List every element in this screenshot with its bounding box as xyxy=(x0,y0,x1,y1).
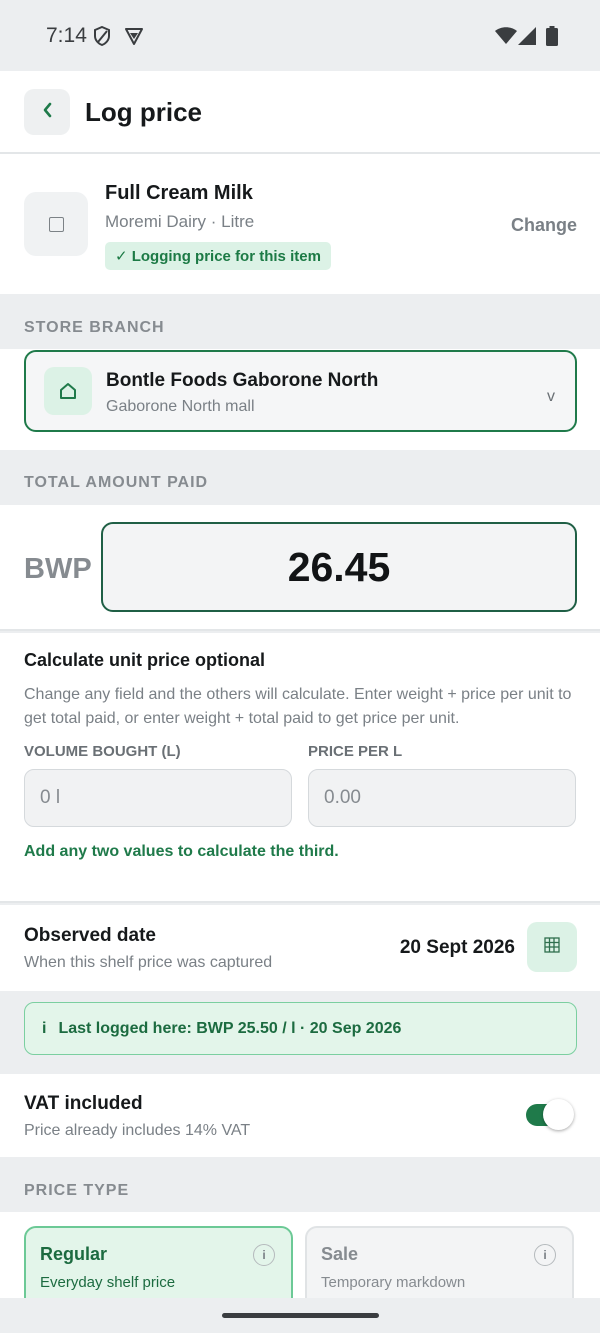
back-button[interactable] xyxy=(24,89,70,135)
calculator-title: Calculate unit price optional xyxy=(24,650,266,670)
vat-row: VAT included Price already includes 14% … xyxy=(0,1074,600,1157)
store-name: Bontle Foods Gaborone North xyxy=(106,370,379,391)
observed-date-title: Observed date xyxy=(24,925,156,946)
app-header: Log price xyxy=(0,71,600,154)
info-icon[interactable]: i xyxy=(253,1244,275,1266)
price-type-label: Sale xyxy=(321,1244,359,1264)
calendar-button[interactable] xyxy=(527,922,577,972)
observed-date-subtitle: When this shelf price was captured xyxy=(24,954,273,971)
status-bar: 7:14 xyxy=(0,0,600,71)
volume-input[interactable]: 0 l xyxy=(24,769,292,827)
price-type-description: Temporary markdown xyxy=(321,1274,466,1291)
info-icon: i xyxy=(42,1019,47,1037)
observed-date-row: Observed date When this shelf price was … xyxy=(0,905,600,991)
price-type-section-label: PRICE TYPE xyxy=(24,1182,130,1199)
vat-toggle[interactable] xyxy=(526,1099,574,1130)
last-logged-banner: i Last logged here: BWP 25.50 / l · 20 S… xyxy=(24,1002,577,1055)
price-type-regular-option[interactable]: Regular Everyday shelf price i xyxy=(24,1226,293,1298)
total-amount-section: BWP 26.45 xyxy=(0,505,600,631)
wifi-icon xyxy=(495,27,517,50)
info-icon[interactable]: i xyxy=(534,1244,556,1266)
vat-title: VAT included xyxy=(24,1093,143,1114)
home-indicator[interactable] xyxy=(222,1313,379,1318)
navigation-bar xyxy=(0,1298,600,1333)
price-per-unit-field-label: PRICE PER L xyxy=(308,743,403,760)
calculator-description: Change any field and the others will cal… xyxy=(24,686,572,727)
chevron-down-icon: v xyxy=(547,388,555,405)
last-logged-text: Last logged here: BWP 25.50 / l · 20 Sep… xyxy=(58,1019,402,1037)
store-branch-select[interactable]: Bontle Foods Gaborone North Gaborone Nor… xyxy=(24,350,577,432)
product-thumbnail xyxy=(24,192,88,256)
price-type-label: Regular xyxy=(40,1244,108,1264)
product-subtitle: Moremi Dairy · Litre xyxy=(105,212,255,231)
vat-subtitle: Price already includes 14% VAT xyxy=(24,1122,251,1139)
calculator-hint: Add any two values to calculate the thir… xyxy=(24,843,339,860)
cellular-signal-icon xyxy=(518,27,536,50)
price-type-sale-option[interactable]: Sale Temporary markdown i xyxy=(305,1226,574,1298)
chevron-left-icon xyxy=(41,101,53,124)
price-type-description: Everyday shelf price xyxy=(40,1274,176,1291)
status-time: 7:14 xyxy=(46,24,87,47)
store-branch-section: Bontle Foods Gaborone North Gaborone Nor… xyxy=(0,349,600,450)
shield-icon xyxy=(93,25,111,51)
battery-icon xyxy=(546,26,558,51)
image-placeholder-icon xyxy=(48,216,64,232)
store-branch-section-label: STORE BRANCH xyxy=(24,319,165,336)
change-product-button[interactable]: Change xyxy=(511,215,577,236)
page-title: Log price xyxy=(85,97,203,127)
product-card: Full Cream Milk Moremi Dairy · Litre ✓ L… xyxy=(0,154,600,294)
toggle-knob xyxy=(543,1099,574,1130)
logging-status-badge: ✓ Logging price for this item xyxy=(105,242,331,270)
price-per-unit-input[interactable]: 0.00 xyxy=(308,769,576,827)
price-type-section: Regular Everyday shelf price i Sale Temp… xyxy=(0,1212,600,1298)
vpn-icon xyxy=(124,26,144,51)
store-location: Gaborone North mall xyxy=(106,398,255,415)
total-amount-section-label: TOTAL AMOUNT PAID xyxy=(24,474,209,491)
calendar-icon xyxy=(544,936,560,958)
total-amount-input[interactable]: 26.45 xyxy=(101,522,577,612)
currency-label: BWP xyxy=(24,553,92,585)
unit-price-calculator: Calculate unit price optional Change any… xyxy=(0,633,600,903)
volume-field-label: VOLUME BOUGHT (L) xyxy=(24,743,181,760)
observed-date-value[interactable]: 20 Sept 2026 xyxy=(400,937,515,959)
store-icon xyxy=(44,367,92,415)
product-name: Full Cream Milk xyxy=(105,182,253,204)
